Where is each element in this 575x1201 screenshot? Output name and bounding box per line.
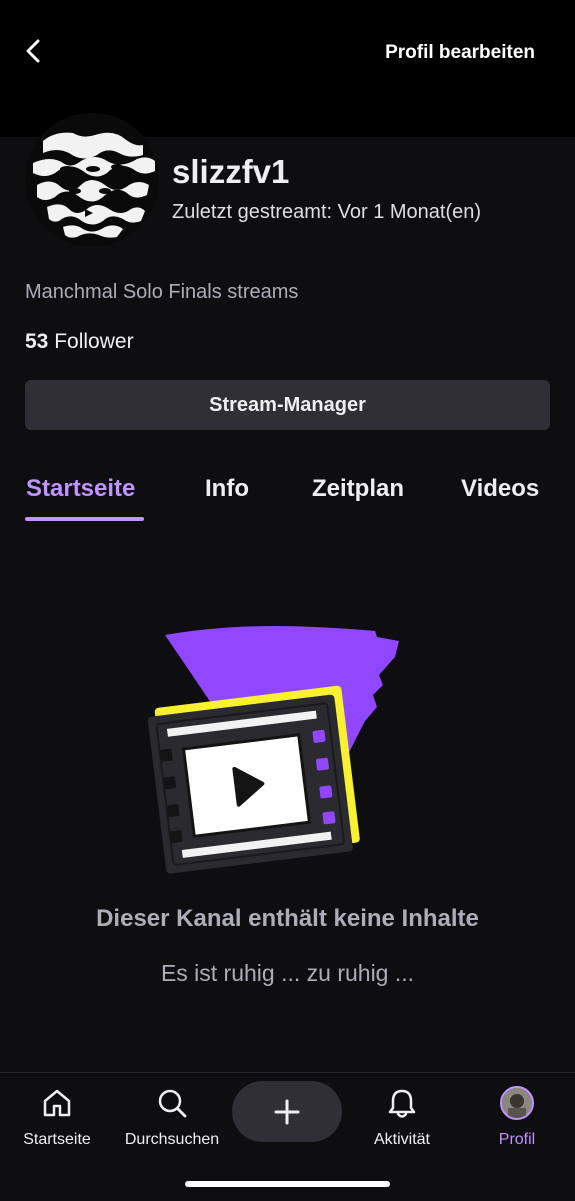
home-indicator	[185, 1181, 390, 1187]
empty-state-illustration	[140, 615, 440, 875]
chevron-left-icon	[26, 39, 40, 63]
edit-profile-button[interactable]: Profil bearbeiten	[385, 42, 535, 64]
nav-durchsuchen[interactable]: Durchsuchen	[117, 1085, 227, 1149]
plus-icon	[274, 1099, 300, 1124]
channel-tabs: Startseite Info Zeitplan Videos	[0, 470, 575, 522]
channel-bio: Manchmal Solo Finals streams	[25, 281, 299, 303]
follower-label: Follower	[54, 330, 134, 353]
active-tab-indicator	[25, 517, 144, 521]
nav-startseite[interactable]: Startseite	[2, 1085, 112, 1149]
last-streamed-text: Zuletzt gestreamt: Vor 1 Monat(en)	[172, 201, 482, 223]
nav-label: Aktivität	[373, 1131, 430, 1148]
nav-label: Profil	[498, 1131, 536, 1148]
empty-state-subtitle: Es ist ruhig ... zu ruhig ...	[160, 960, 415, 986]
nav-label: Durchsuchen	[124, 1131, 220, 1148]
tab-startseite[interactable]: Startseite	[26, 475, 135, 503]
create-button[interactable]	[232, 1081, 342, 1142]
nav-label: Startseite	[23, 1131, 91, 1148]
home-icon	[41, 1085, 73, 1121]
channel-avatar	[25, 113, 159, 247]
profile-avatar	[500, 1086, 534, 1120]
follower-number: 53	[25, 330, 49, 353]
empty-state-title: Dieser Kanal enthält keine Inhalte	[96, 905, 479, 932]
bell-icon	[386, 1085, 418, 1121]
search-icon	[156, 1085, 188, 1121]
tab-info[interactable]: Info	[205, 475, 249, 503]
follower-count: 53 Follower	[25, 330, 134, 354]
tab-zeitplan[interactable]: Zeitplan	[312, 475, 404, 503]
nav-profil[interactable]: Profil	[462, 1085, 572, 1149]
back-button[interactable]	[16, 34, 50, 68]
channel-username: slizzfv1	[172, 153, 290, 190]
tab-videos[interactable]: Videos	[461, 475, 539, 503]
stream-manager-button[interactable]: Stream-Manager	[25, 380, 550, 430]
nav-aktivitaet[interactable]: Aktivität	[347, 1085, 457, 1149]
